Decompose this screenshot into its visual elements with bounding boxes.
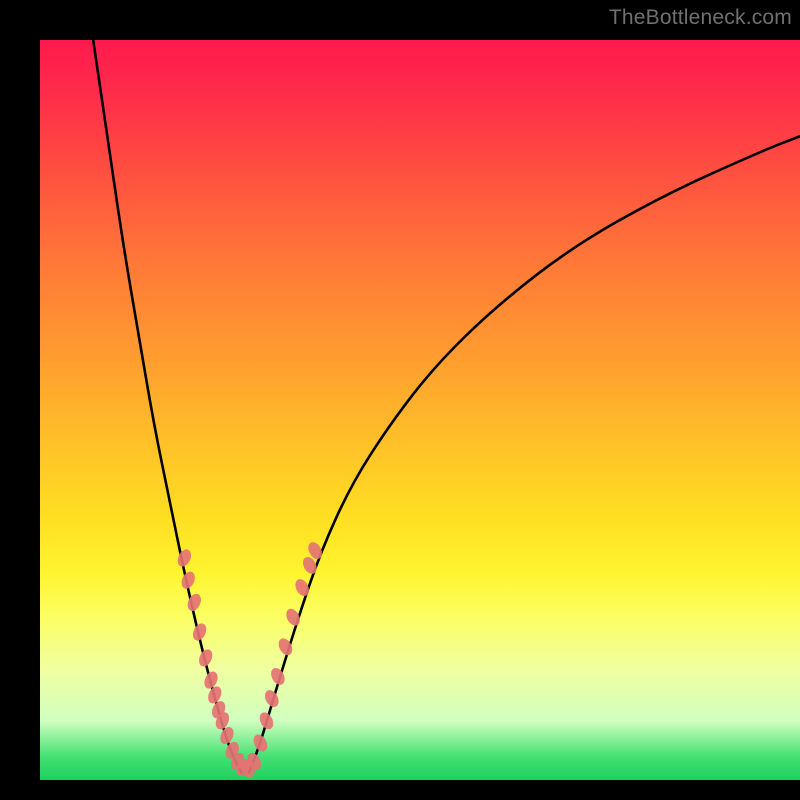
plot-area — [40, 40, 800, 780]
marker-point — [190, 621, 208, 642]
marker-point — [175, 547, 193, 568]
curve-lines — [93, 40, 800, 773]
marker-point — [179, 570, 197, 591]
marker-point — [196, 647, 214, 668]
marker-point — [257, 710, 276, 732]
curve-right-branch — [249, 136, 800, 772]
marker-point — [251, 732, 270, 754]
marker-point — [185, 592, 203, 613]
curve-left-branch — [93, 40, 241, 773]
chart-frame: TheBottleneck.com — [0, 0, 800, 800]
watermark-text: TheBottleneck.com — [609, 6, 792, 30]
sample-markers — [175, 540, 324, 778]
chart-svg — [40, 40, 800, 780]
marker-point — [268, 666, 287, 688]
marker-point — [262, 688, 281, 710]
